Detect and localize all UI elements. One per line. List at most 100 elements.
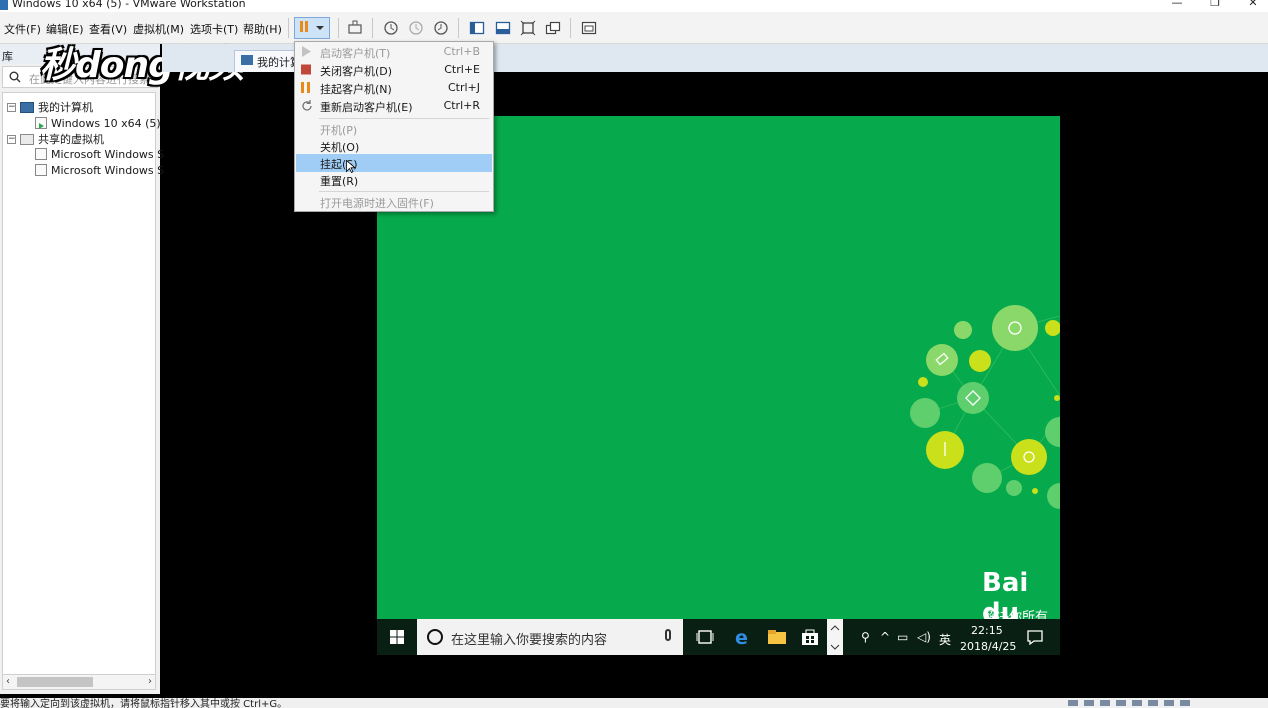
cortana-icon	[427, 629, 443, 645]
menu-vm[interactable]: 虚拟机(M)	[133, 21, 184, 37]
toolbar-separator	[288, 18, 289, 38]
vmware-app-icon	[0, 0, 8, 10]
menu-item-label: 打开电源时进入固件(F)	[320, 197, 434, 210]
vm-icon	[35, 164, 47, 176]
display-icon[interactable]	[1164, 700, 1174, 706]
toolbar-separator	[570, 18, 571, 38]
clock-time[interactable]: 22:15	[971, 624, 1003, 637]
menu-item-shortcut: Ctrl+J	[447, 81, 480, 94]
console-view-button[interactable]	[578, 18, 600, 38]
console-view-icon	[581, 21, 597, 35]
tree-item-label: Windows 10 x64 (5)	[51, 116, 161, 130]
toolbar-separator	[372, 18, 373, 38]
vm-icon	[35, 148, 47, 160]
menu-tabs[interactable]: 选项卡(T)	[190, 21, 238, 37]
network-adapter-icon[interactable]	[1100, 700, 1110, 706]
menu-separator	[319, 118, 489, 119]
microphone-icon[interactable]	[665, 629, 671, 641]
menu-item-reset[interactable]: 重置(R)	[296, 171, 492, 189]
menu-item-restart-guest[interactable]: 重新启动客户机(E) Ctrl+R	[296, 97, 492, 115]
menu-item-shortcut: Ctrl+B	[443, 45, 480, 58]
menu-edit[interactable]: 编辑(E)	[46, 21, 84, 37]
taskbar-search-box[interactable]: 在这里输入你要搜索的内容	[417, 619, 683, 655]
send-ctrl-alt-del-button[interactable]	[344, 18, 366, 38]
power-dropdown-menu: 启动客户机(T) Ctrl+B 关闭客户机(D) Ctrl+E 挂起客户机(N)…	[294, 41, 494, 212]
scrollbar-thumb[interactable]	[17, 677, 93, 687]
taskbar-scroll-control[interactable]	[827, 619, 843, 655]
action-center-icon[interactable]	[1025, 627, 1045, 647]
menu-item-power-off[interactable]: 关机(O)	[296, 137, 492, 155]
power-pause-dropdown-button[interactable]	[294, 17, 330, 39]
clock-date[interactable]: 2018/4/25	[960, 640, 1016, 653]
show-hidden-icons-icon[interactable]: ^	[880, 630, 890, 644]
menu-help[interactable]: 帮助(H)	[243, 21, 282, 37]
restart-icon	[302, 100, 312, 111]
menu-item-start-guest[interactable]: 启动客户机(T) Ctrl+B	[296, 43, 492, 61]
pause-icon	[301, 82, 310, 93]
menu-item-label: 重置(R)	[320, 175, 359, 188]
store-icon[interactable]	[800, 627, 820, 647]
menu-item-suspend[interactable]: 挂起(S)	[296, 154, 492, 173]
title-bar: Windows 10 x64 (5) - VMware Workstation …	[0, 0, 1268, 12]
snapshot-manager-button[interactable]	[430, 18, 452, 38]
library-view-icon	[469, 21, 485, 35]
volume-icon[interactable]: ◁)	[917, 630, 931, 644]
cd-drive-icon[interactable]	[1084, 700, 1094, 706]
scroll-left-icon[interactable]: ‹	[6, 676, 10, 687]
full-screen-button[interactable]	[517, 18, 539, 38]
computer-icon	[20, 101, 34, 113]
hard-disk-icon[interactable]	[1068, 700, 1078, 706]
tree-item-shared-vm[interactable]: Microsoft Windows S	[35, 146, 164, 162]
status-bar: 要将输入定向到该虚拟机，请将鼠标指针移入其中或按 Ctrl+G。	[0, 698, 1268, 708]
start-button[interactable]	[377, 619, 417, 655]
message-icon[interactable]	[1180, 700, 1190, 706]
menu-item-power-on[interactable]: 开机(P)	[296, 120, 492, 138]
menu-item-label: 开机(P)	[320, 124, 358, 137]
library-horizontal-scrollbar[interactable]: ‹ ›	[2, 674, 156, 690]
thumbnail-bar-button[interactable]	[492, 18, 514, 38]
snapshot-icon	[384, 21, 398, 35]
collapse-icon[interactable]: −	[7, 102, 16, 112]
menu-item-power-on-to-firmware[interactable]: 打开电源时进入固件(F)	[296, 193, 492, 211]
menu-item-label: 挂起客户机(N)	[320, 83, 392, 96]
revert-snapshot-button[interactable]	[405, 18, 427, 38]
collapse-icon[interactable]: −	[7, 134, 16, 144]
edge-browser-icon[interactable]: e	[733, 627, 753, 647]
windows-logo-icon	[390, 630, 404, 644]
library-panel: 库 在此处键入内容进行搜索 − 我的计算机 Windows 10 x64 (5)…	[0, 44, 164, 694]
tree-item-label: Microsoft Windows S	[51, 147, 165, 161]
computer-icon	[241, 55, 253, 65]
tree-item-label: 我的计算机	[38, 101, 93, 114]
menu-file[interactable]: 文件(F)	[4, 21, 41, 37]
svg-text:e: e	[735, 627, 748, 647]
tree-item-vm-windows10[interactable]: Windows 10 x64 (5)	[35, 115, 161, 131]
tree-item-label: Microsoft Windows S	[51, 163, 165, 177]
network-icon[interactable]: ▭	[897, 630, 908, 644]
thumbnail-view-icon	[495, 21, 511, 35]
unity-mode-button[interactable]	[542, 18, 564, 38]
usb-icon[interactable]	[1116, 700, 1126, 706]
tree-item-shared-vms[interactable]: − 共享的虚拟机	[7, 131, 104, 147]
search-icon	[9, 71, 21, 83]
menu-item-label: 关机(O)	[320, 141, 360, 154]
menu-item-label: 关闭客户机(D)	[320, 65, 393, 78]
ime-indicator[interactable]: 英	[939, 631, 951, 648]
sound-card-icon[interactable]	[1132, 700, 1142, 706]
running-vm-icon	[35, 117, 47, 129]
menu-separator	[319, 191, 489, 192]
task-view-icon[interactable]	[695, 627, 715, 647]
scroll-right-icon[interactable]: ›	[148, 676, 152, 687]
show-library-button[interactable]	[466, 18, 488, 38]
tree-item-shared-vm[interactable]: Microsoft Windows S	[35, 162, 164, 178]
close-button[interactable]: ✕	[1230, 0, 1268, 12]
snapshot-button[interactable]	[380, 18, 402, 38]
keyboard-icon	[348, 20, 362, 34]
menu-item-shutdown-guest[interactable]: 关闭客户机(D) Ctrl+E	[296, 61, 492, 79]
people-icon[interactable]: ⚲	[861, 630, 870, 644]
file-explorer-icon[interactable]	[767, 627, 787, 647]
fullscreen-icon	[520, 20, 536, 36]
menu-item-suspend-guest[interactable]: 挂起客户机(N) Ctrl+J	[296, 79, 492, 97]
tree-item-my-computer[interactable]: − 我的计算机	[7, 99, 93, 115]
menu-view[interactable]: 查看(V)	[89, 21, 127, 37]
printer-icon[interactable]	[1148, 700, 1158, 706]
